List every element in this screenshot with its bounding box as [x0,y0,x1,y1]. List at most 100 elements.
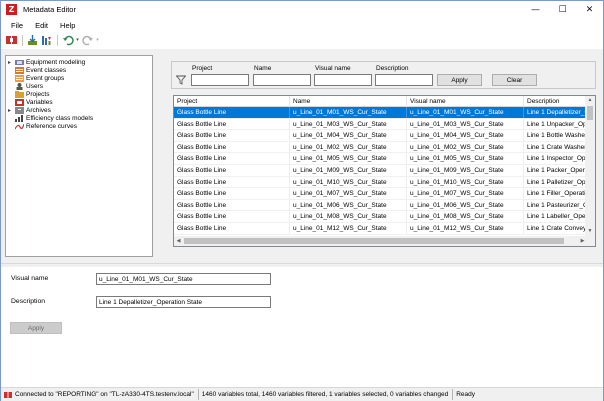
variables-icon [15,98,24,106]
cell-visual-name: u_Line_01_M09_WS_Cur_State [407,164,524,176]
tree-item-label: Event groups [26,74,65,82]
cell-name: u_Line_01_M01_WS_Cur_State [290,107,407,118]
filter-description-input[interactable] [375,74,433,86]
filter-apply-button[interactable]: Apply [437,74,482,86]
close-icon[interactable]: ✕ [576,1,603,18]
cell-description: Line 1 Filler_Operation [524,188,586,200]
minimize-icon[interactable]: — [522,1,549,18]
table-row[interactable]: Glass Bottle Line u_Line_01_M12_WS_Cur_St… [174,222,586,235]
expand-arrow-icon[interactable]: ▸ [8,59,13,66]
column-header-name[interactable]: Name [290,96,407,107]
horizontal-scroll-thumb[interactable] [184,238,564,244]
tree-item-variables[interactable]: Variables [6,98,152,106]
cell-name: u_Line_01_M05_WS_Cur_State [290,153,407,165]
horizontal-scrollbar[interactable]: ◀ ▶ [174,236,587,246]
filter-project-input[interactable] [191,74,249,86]
table-row[interactable]: Glass Bottle Line u_Line_01_M02_WS_Cur_St… [174,141,586,154]
cell-name: u_Line_01_M10_WS_Cur_State [290,176,407,188]
cell-description: Line 1 Palletizer_Opera [524,176,586,188]
cell-project: Glass Bottle Line [174,222,290,234]
users-icon [15,82,24,90]
undo-dropdown-icon[interactable]: ▾ [75,34,80,47]
tree-item-event-classes[interactable]: Event classes [6,66,152,74]
cell-name: u_Line_01_M06_WS_Cur_State [290,199,407,211]
scroll-up-icon[interactable]: ▲ [585,96,595,105]
tree-item-label: Efficiency class models [26,114,94,122]
filter-bar-icon[interactable] [40,34,53,47]
table-row[interactable]: Glass Bottle Line u_Line_01_M05_WS_Cur_St… [174,153,586,165]
table-row[interactable]: Glass Bottle Line u_Line_01_M07_WS_Cur_St… [174,188,586,200]
tree-item-efficiency-class-models[interactable]: Efficiency class models [6,114,152,122]
undo-icon[interactable] [61,34,74,47]
cell-description: Line 1 Pasteurizer_Ope [524,199,586,211]
cell-visual-name: u_Line_01_M12_WS_Cur_State [407,222,524,234]
expand-arrow-icon[interactable]: ▸ [8,107,13,114]
filter-clear-button[interactable]: Clear [492,74,537,86]
cell-description: Line 1 Packer_Operatio [524,164,586,176]
detail-visual-name-input[interactable]: u_Line_01_M01_WS_Cur_State [96,273,271,285]
filter-name-label: Name [254,65,272,72]
cell-name: u_Line_01_M09_WS_Cur_State [290,164,407,176]
detail-apply-button[interactable]: Apply [10,322,62,334]
cell-visual-name: u_Line_01_M06_WS_Cur_State [407,199,524,211]
filter-visual-input[interactable] [314,74,372,86]
table-row[interactable]: Glass Bottle Line u_Line_01_M10_WS_Cur_St… [174,176,586,189]
tree-item-event-groups[interactable]: Event groups [6,74,152,82]
status-bar: Connected to "REPORTING" on "TL-zA330-4T… [1,387,603,401]
tree-item-equipment-modeling[interactable]: ▸ Equipment modeling [6,58,152,66]
cell-name: u_Line_01_M03_WS_Cur_State [290,118,407,130]
table-row[interactable]: Glass Bottle Line u_Line_01_M08_WS_Cur_St… [174,211,586,223]
detail-description-label: Description [11,298,45,305]
status-counts: 1460 variables total, 1460 variables fil… [201,391,449,398]
cell-project: Glass Bottle Line [174,188,290,200]
table-row[interactable]: Glass Bottle Line u_Line_01_M01_WS_Cur_St… [174,107,586,119]
menu-help[interactable]: Help [54,21,81,30]
tree-item-archives[interactable]: ▸ Archives [6,106,152,114]
redo-dropdown-icon[interactable]: ▾ [95,34,100,47]
tree-item-reference-curves[interactable]: Reference curves [6,122,152,130]
scroll-left-icon[interactable]: ◀ [174,236,183,246]
tree-item-label: Projects [26,90,50,98]
tree-item-projects[interactable]: Projects [6,90,152,98]
cell-description: Line 1 Inspector_Operat [524,153,586,165]
cell-name: u_Line_01_M02_WS_Cur_State [290,141,407,153]
cell-visual-name: u_Line_01_M07_WS_Cur_State [407,188,524,200]
detail-description-input[interactable]: Line 1 Depalletizer_Operation State [96,296,271,308]
menu-bar: File Edit Help [1,18,603,32]
top-area: ▸ Equipment modeling Event classes Event… [1,49,603,263]
table-row[interactable]: Glass Bottle Line u_Line_01_M03_WS_Cur_St… [174,118,586,131]
table-row[interactable]: Glass Bottle Line u_Line_01_M09_WS_Cur_St… [174,164,586,177]
cell-visual-name: u_Line_01_M03_WS_Cur_State [407,118,524,130]
maximize-icon[interactable]: ☐ [549,1,576,18]
status-connection: Connected to "REPORTING" on "TL-zA330-4T… [15,391,194,398]
table-row[interactable]: Glass Bottle Line u_Line_01_M04_WS_Cur_St… [174,130,586,142]
table-row[interactable]: Glass Bottle Line u_Line_01_M06_WS_Cur_St… [174,199,586,212]
vertical-scrollbar[interactable]: ▲ ▼ [585,96,595,236]
menu-edit[interactable]: Edit [29,21,54,30]
status-state: Ready [456,391,476,398]
reference-curves-icon [15,123,24,130]
cell-project: Glass Bottle Line [174,164,290,176]
projects-icon [15,90,24,98]
download-icon[interactable] [26,34,39,47]
grid-rows: Glass Bottle Line u_Line_01_M01_WS_Cur_St… [174,107,586,235]
vertical-scroll-thumb[interactable] [587,106,593,120]
connection-icon [4,391,12,398]
tree-item-users[interactable]: Users [6,82,152,90]
cell-description: Line 1 Crate Washer_C [524,141,586,153]
column-header-description[interactable]: Description [524,96,586,107]
cell-project: Glass Bottle Line [174,153,290,165]
menu-file[interactable]: File [5,21,29,30]
event-groups-icon [15,74,24,82]
column-header-visual-name[interactable]: Visual name [407,96,524,107]
scroll-down-icon[interactable]: ▼ [585,227,595,236]
mount-icon[interactable] [5,34,18,47]
column-header-project[interactable]: Project [174,96,290,107]
archives-icon [15,106,24,114]
toolbar-separator [22,34,23,46]
grid-header: Project Name Visual name Description [174,96,586,107]
app-logo-icon: Z [6,4,17,15]
tree-item-label: Users [26,82,43,90]
filter-name-input[interactable] [253,74,311,86]
redo-icon[interactable] [81,34,94,47]
